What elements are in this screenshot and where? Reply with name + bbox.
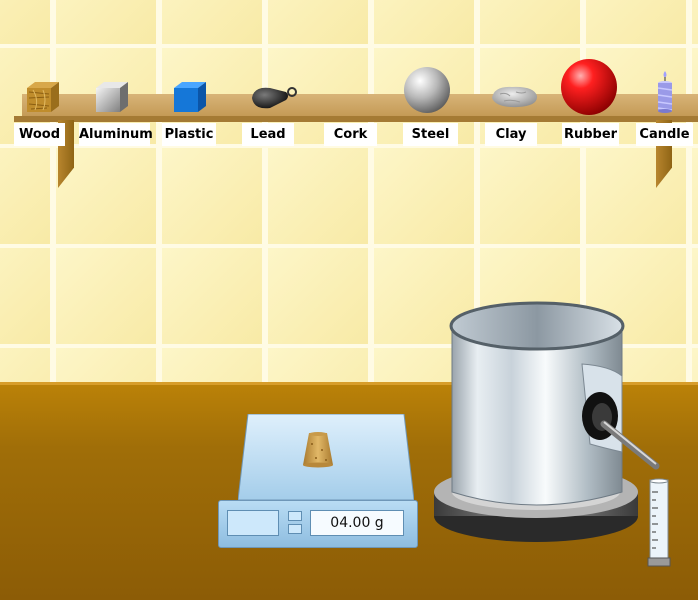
shelf-label-candle[interactable]: Candle [636,123,693,146]
graduated-cylinder-icon [646,478,672,570]
shelf-label-lead[interactable]: Lead [242,123,294,146]
lead-weight-icon[interactable] [248,82,300,112]
wood-cube-icon[interactable] [25,80,61,114]
shelf-label-aluminum[interactable]: Aluminum [79,123,153,146]
clay-lump-icon[interactable] [488,82,540,110]
overflow-can-icon [432,296,664,546]
plastic-cube-icon[interactable] [172,80,208,114]
scale-down-button[interactable] [288,524,302,534]
candle-icon[interactable] [654,70,676,114]
aluminum-cube-icon[interactable] [94,80,130,114]
shelf-label-rubber[interactable]: Rubber [562,123,619,146]
steel-ball-icon[interactable] [403,66,451,114]
shelf-label-steel[interactable]: Steel [403,123,458,146]
scale-readout: 04.00 g [310,510,404,536]
virtual-lab-scene: Wood Aluminum Plastic Lead Cork Steel Cl… [0,0,698,600]
shelf-label-clay[interactable]: Clay [485,123,537,146]
rubber-ball-icon[interactable] [560,58,618,116]
scale-tare-button[interactable] [227,510,279,536]
cork-icon[interactable] [302,432,334,468]
scale-up-button[interactable] [288,511,302,521]
shelf-label-cork[interactable]: Cork [324,123,377,146]
shelf-label-plastic[interactable]: Plastic [162,123,216,146]
shelf-edge [14,116,698,122]
shelf-label-wood[interactable]: Wood [14,123,65,146]
